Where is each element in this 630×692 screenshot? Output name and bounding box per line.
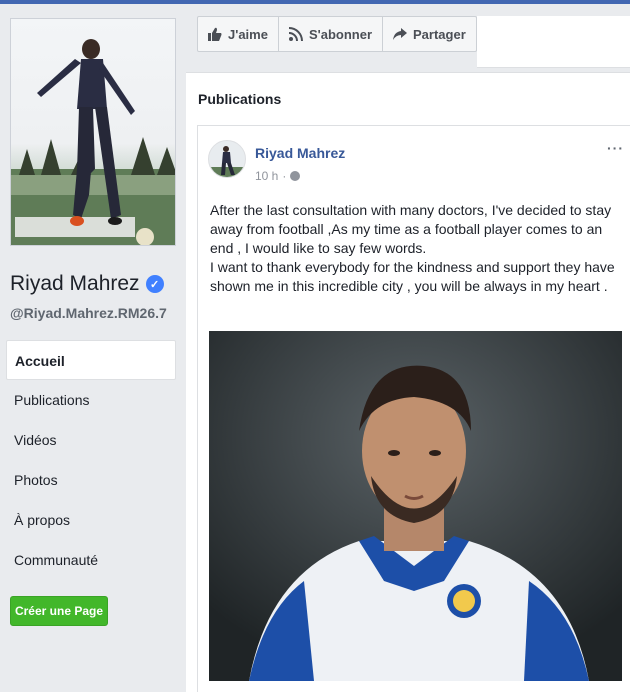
post-meta: 10 h · xyxy=(255,169,301,183)
sidebar-item-publications[interactable]: Publications xyxy=(6,380,176,420)
thumbs-up-icon xyxy=(208,27,222,41)
verified-badge-icon: ✓ xyxy=(145,275,164,293)
sidebar-nav: Accueil Publications Vidéos Photos À pro… xyxy=(6,340,176,580)
avatar-illustration xyxy=(209,146,245,177)
sidebar-item-photos[interactable]: Photos xyxy=(6,460,176,500)
subscribe-label: S'abonner xyxy=(308,26,372,42)
profile-name-text[interactable]: Riyad Mahrez xyxy=(10,272,140,296)
page-action-bar: J'aime S'abonner Partager ··· xyxy=(197,16,500,52)
cover-photo-illustration xyxy=(11,39,175,245)
like-button[interactable]: J'aime xyxy=(198,17,279,51)
subscribe-button[interactable]: S'abonner xyxy=(279,17,383,51)
meta-separator: · xyxy=(282,169,287,183)
post-paragraph: After the last consultation with many do… xyxy=(210,202,612,256)
rss-icon xyxy=(288,27,303,41)
left-sidebar: Riyad Mahrez ✓ @Riyad.Mahrez.RM26.7 Accu… xyxy=(0,4,186,692)
sidebar-item-communaute[interactable]: Communauté xyxy=(6,540,176,580)
publications-panel: Publications Riyad Mahrez 10 h · ··· Aft… xyxy=(186,72,630,692)
post-photo-illustration xyxy=(209,331,622,681)
sidebar-item-videos[interactable]: Vidéos xyxy=(6,420,176,460)
profile-handle[interactable]: @Riyad.Mahrez.RM26.7 xyxy=(10,305,167,321)
sidebar-item-accueil[interactable]: Accueil xyxy=(6,340,176,380)
post-timestamp[interactable]: 10 h xyxy=(255,169,278,183)
sidebar-item-a-propos[interactable]: À propos xyxy=(6,500,176,540)
share-label: Partager xyxy=(413,26,466,42)
post-body: After the last consultation with many do… xyxy=(210,201,624,296)
profile-cover-photo[interactable] xyxy=(10,18,176,246)
globe-icon xyxy=(290,171,301,181)
create-page-button[interactable]: Créer une Page xyxy=(10,596,108,626)
post-card: Riyad Mahrez 10 h · ··· After the last c… xyxy=(197,125,630,692)
publications-heading[interactable]: Publications xyxy=(198,91,281,107)
post-options-button[interactable]: ··· xyxy=(607,140,624,156)
header-right-area xyxy=(477,16,630,68)
post-author-name[interactable]: Riyad Mahrez xyxy=(255,145,345,161)
share-arrow-icon xyxy=(393,28,407,40)
post-paragraph: I want to thank everybody for the kindne… xyxy=(210,259,615,294)
profile-name[interactable]: Riyad Mahrez ✓ xyxy=(10,272,164,296)
post-photo[interactable] xyxy=(209,331,622,681)
share-button[interactable]: Partager xyxy=(383,17,477,51)
like-label: J'aime xyxy=(228,26,268,42)
post-author-avatar[interactable] xyxy=(208,140,246,178)
